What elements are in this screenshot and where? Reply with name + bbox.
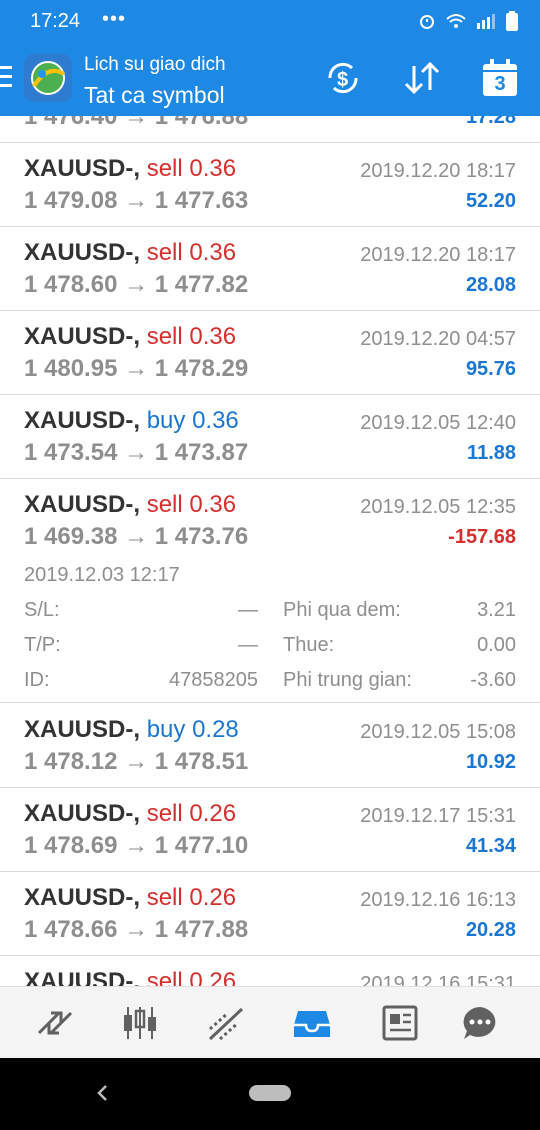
- trade-date: 2019.12.20 04:57: [360, 328, 516, 350]
- trade-row[interactable]: XAUUSD-, sell 0.36 1 479.08 → 1 477.63 2…: [0, 142, 540, 227]
- sl-value: —: [238, 599, 258, 621]
- tax-label: Thue:: [283, 634, 335, 656]
- trade-prices: 1 473.54 → 1 473.87: [24, 439, 249, 466]
- trade-profit: 17.28: [465, 116, 516, 128]
- trade-prices: 1 479.08 → 1 477.63: [24, 187, 249, 214]
- alarm-icon: [420, 15, 434, 29]
- trade-symbol-line: XAUUSD-, sell 0.36: [24, 323, 237, 350]
- trade-date: 2019.12.16 16:13: [360, 889, 516, 911]
- tp-label: T/P:: [24, 634, 61, 656]
- sl-label: S/L:: [24, 599, 60, 621]
- trade-symbol-line: XAUUSD-, sell 0.36: [24, 155, 237, 182]
- news-icon[interactable]: [380, 1003, 420, 1043]
- bottom-nav: [0, 986, 540, 1059]
- trade-profit: 11.88: [467, 442, 516, 464]
- swap-value: 3.21: [477, 599, 516, 621]
- id-label: ID:: [24, 669, 50, 691]
- trade-profit: 28.08: [465, 274, 516, 296]
- trade-prices: 1 469.38 → 1 473.76: [24, 523, 249, 550]
- swap-label: Phi qua dem:: [283, 599, 401, 621]
- status-bar: 17:24 •••: [0, 0, 540, 44]
- notification-dots: •••: [102, 8, 127, 30]
- trade-row[interactable]: XAUUSD-, sell 0.26 1 478.69 → 1 477.10 2…: [0, 787, 540, 872]
- trade-symbol-line: XAUUSD-, sell 0.36: [24, 491, 237, 518]
- signal-icon: [477, 14, 495, 29]
- trade-prices: 1 476.40 → 1 476.88: [24, 116, 249, 130]
- battery-icon: [506, 11, 518, 31]
- trade-row[interactable]: XAUUSD-, sell 0.36 1 480.95 → 1 478.29 2…: [0, 310, 540, 395]
- home-pill[interactable]: [249, 1085, 291, 1101]
- trade-row-expanded[interactable]: XAUUSD-, sell 0.36 1 469.38 → 1 473.76 2…: [0, 478, 540, 703]
- trade-prices: 1 478.66 → 1 477.88: [24, 916, 249, 943]
- back-icon[interactable]: [92, 1082, 114, 1109]
- tp-value: —: [238, 634, 258, 656]
- symbol-filter[interactable]: Tat ca symbol: [84, 82, 225, 109]
- calendar-icon[interactable]: 3: [480, 58, 520, 103]
- trade-profit: 52.20: [465, 190, 516, 212]
- chat-icon[interactable]: [460, 1003, 500, 1043]
- trade-prices: 1 478.12 → 1 478.51: [24, 748, 249, 775]
- status-time: 17:24: [30, 10, 81, 32]
- trade-icon[interactable]: [206, 1003, 246, 1043]
- trade-symbol-line: XAUUSD-, buy 0.36: [24, 407, 239, 434]
- metatrader-logo: [24, 54, 72, 102]
- currency-exchange-icon[interactable]: $: [322, 60, 364, 101]
- trade-history-list[interactable]: 1 476.40 → 1 476.88 17.28 XAUUSD-, sell …: [0, 116, 540, 986]
- trade-row[interactable]: XAUUSD-, buy 0.36 1 473.54 → 1 473.87 20…: [0, 394, 540, 479]
- trade-profit: 41.34: [465, 835, 516, 857]
- history-icon[interactable]: [292, 1003, 332, 1043]
- trade-row[interactable]: XAUUSD-, sell 0.36 1 478.60 → 1 477.82 2…: [0, 226, 540, 311]
- open-time: 2019.12.03 12:17: [24, 564, 180, 586]
- trade-profit: 95.76: [465, 358, 516, 380]
- id-value: 47858205: [169, 669, 258, 691]
- trade-symbol-line: XAUUSD-, sell 0.26: [24, 884, 237, 911]
- app-bar: Lich su giao dich Tat ca symbol $ 3: [0, 44, 540, 116]
- trade-prices: 1 480.95 → 1 478.29: [24, 355, 249, 382]
- tax-value: 0.00: [477, 634, 516, 656]
- trade-date: 2019.12.20 18:17: [360, 160, 516, 182]
- page-title: Lich su giao dich: [84, 54, 226, 75]
- sort-icon[interactable]: [402, 60, 442, 101]
- menu-icon[interactable]: [0, 66, 12, 93]
- trade-prices: 1 478.69 → 1 477.10: [24, 832, 249, 859]
- trade-profit: 20.28: [465, 919, 516, 941]
- system-nav-bar: [0, 1058, 540, 1130]
- commission-label: Phi trung gian:: [283, 669, 412, 691]
- trade-symbol-line: XAUUSD-, buy 0.28: [24, 716, 239, 743]
- wifi-icon: [446, 14, 466, 28]
- trade-row-partial[interactable]: 1 476.40 → 1 476.88 17.28: [0, 116, 540, 143]
- trade-date: 2019.12.05 15:08: [360, 721, 516, 743]
- trade-row[interactable]: XAUUSD-, buy 0.28 1 478.12 → 1 478.51 20…: [0, 703, 540, 788]
- trade-date: 2019.12.16 15:31: [360, 973, 516, 986]
- trade-date: 2019.12.17 15:31: [360, 805, 516, 827]
- trade-date: 2019.12.05 12:35: [360, 496, 516, 518]
- trade-row-partial[interactable]: XAUUSD-, sell 0.26 2019.12.16 15:31: [0, 955, 540, 986]
- trade-prices: 1 478.60 → 1 477.82: [24, 271, 249, 298]
- trade-profit: 10.92: [465, 751, 516, 773]
- trade-date: 2019.12.05 12:40: [360, 412, 516, 434]
- trade-date: 2019.12.20 18:17: [360, 244, 516, 266]
- trade-symbol-line: XAUUSD-, sell 0.36: [24, 239, 237, 266]
- system-icons: [418, 11, 518, 31]
- trade-symbol-line: XAUUSD-, sell 0.26: [24, 800, 237, 827]
- commission-value: -3.60: [470, 669, 516, 691]
- trade-symbol-line: XAUUSD-, sell 0.26: [24, 968, 237, 986]
- quotes-icon[interactable]: [35, 1003, 75, 1043]
- chart-icon[interactable]: [120, 1003, 160, 1043]
- trade-row[interactable]: XAUUSD-, sell 0.26 1 478.66 → 1 477.88 2…: [0, 871, 540, 956]
- svg-text:$: $: [337, 69, 348, 91]
- trade-profit: -157.68: [448, 526, 516, 548]
- calendar-day: 3: [494, 73, 506, 95]
